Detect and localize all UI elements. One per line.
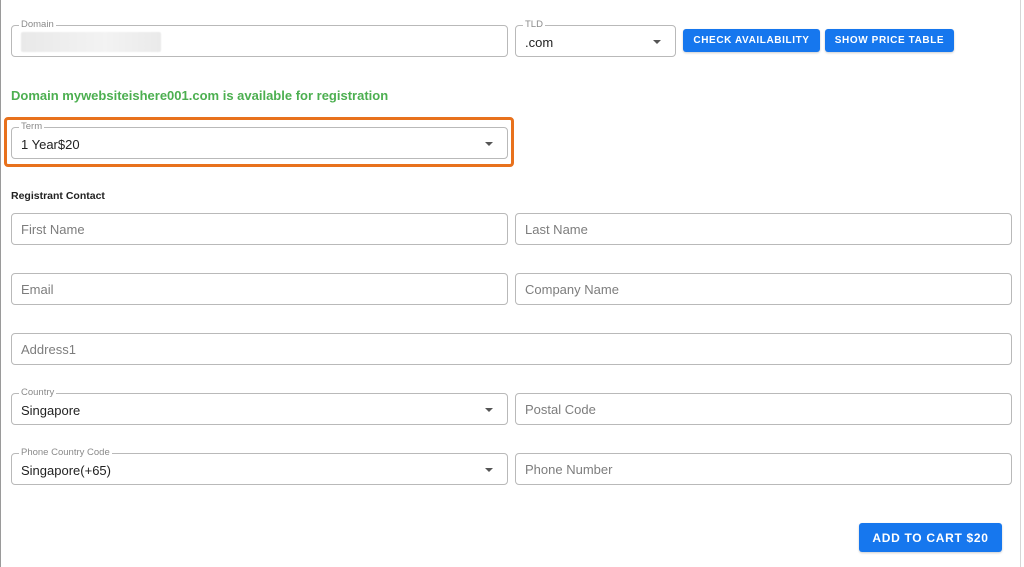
tld-select[interactable]: TLD .com bbox=[515, 19, 676, 57]
email-input[interactable] bbox=[12, 274, 507, 304]
postal-code-field[interactable] bbox=[515, 393, 1012, 425]
term-value: 1 Year$20 bbox=[21, 137, 80, 152]
chevron-down-icon bbox=[485, 408, 493, 412]
check-availability-button[interactable]: CHECK AVAILABILITY bbox=[683, 29, 820, 52]
last-name-field[interactable] bbox=[515, 213, 1012, 245]
phone-country-code-select[interactable]: Phone Country Code Singapore(+65) bbox=[11, 447, 508, 485]
add-to-cart-button[interactable]: ADD TO CART $20 bbox=[859, 523, 1002, 552]
phone-number-input[interactable] bbox=[516, 454, 1011, 484]
email-field[interactable] bbox=[11, 273, 508, 305]
chevron-down-icon bbox=[485, 142, 493, 146]
postal-code-input[interactable] bbox=[516, 394, 1011, 424]
show-price-table-button[interactable]: SHOW PRICE TABLE bbox=[825, 29, 954, 52]
domain-input[interactable] bbox=[12, 26, 507, 56]
left-border bbox=[0, 0, 1, 567]
domain-field[interactable]: Domain bbox=[11, 19, 508, 57]
scrollbar-track[interactable] bbox=[1020, 0, 1021, 567]
country-label: Country bbox=[19, 387, 57, 399]
first-name-input[interactable] bbox=[12, 214, 507, 244]
address1-field[interactable] bbox=[11, 333, 1012, 365]
last-name-input[interactable] bbox=[516, 214, 1011, 244]
registrant-contact-heading: Registrant Contact bbox=[11, 190, 105, 202]
company-name-field[interactable] bbox=[515, 273, 1012, 305]
term-select[interactable]: Term 1 Year$20 bbox=[11, 121, 508, 159]
phone-country-code-label: Phone Country Code bbox=[19, 447, 112, 459]
term-label: Term bbox=[19, 121, 45, 133]
country-select[interactable]: Country Singapore bbox=[11, 387, 508, 425]
availability-status: Domain mywebsiteishere001.com is availab… bbox=[11, 88, 389, 103]
phone-country-code-value: Singapore(+65) bbox=[21, 463, 111, 478]
address1-input[interactable] bbox=[12, 334, 1011, 364]
tld-label: TLD bbox=[523, 19, 545, 31]
first-name-field[interactable] bbox=[11, 213, 508, 245]
country-value: Singapore bbox=[21, 403, 81, 418]
chevron-down-icon bbox=[485, 468, 493, 472]
company-name-input[interactable] bbox=[516, 274, 1011, 304]
phone-number-field[interactable] bbox=[515, 453, 1012, 485]
tld-value: .com bbox=[525, 35, 554, 50]
chevron-down-icon bbox=[653, 40, 661, 44]
